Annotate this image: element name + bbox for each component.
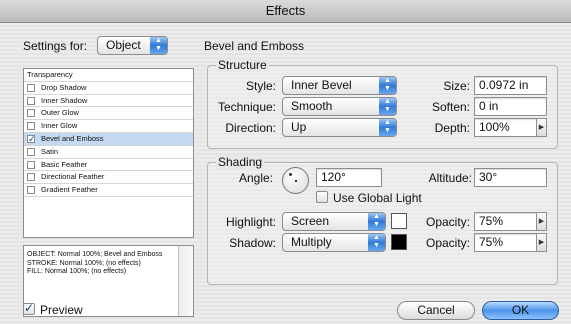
technique-popup[interactable]: Smooth ▲ ▼ bbox=[282, 97, 397, 116]
effect-item-inner-glow[interactable]: Inner Glow bbox=[24, 120, 193, 133]
settings-for-value: Object bbox=[106, 38, 141, 52]
depth-stepper-icon[interactable]: ▶ bbox=[536, 118, 547, 137]
use-global-light-checkbox[interactable] bbox=[316, 191, 328, 203]
shadow-opacity-stepper-icon[interactable]: ▶ bbox=[536, 233, 547, 252]
shadow-opacity-value: 75% bbox=[479, 235, 504, 249]
direction-popup[interactable]: Up ▲ ▼ bbox=[282, 118, 397, 137]
direction-label: Direction: bbox=[225, 121, 276, 135]
dialog-content: Settings for: Object ▲ ▼ Bevel and Emboss… bbox=[0, 23, 571, 324]
effect-item-satin[interactable]: Satin bbox=[24, 146, 193, 159]
summary-line: FILL: Normal 100%; (no effects) bbox=[27, 268, 127, 276]
popup-arrows-icon: ▲ ▼ bbox=[150, 37, 167, 54]
list-header-transparency[interactable]: Transparency bbox=[24, 69, 193, 82]
altitude-label: Altitude: bbox=[428, 171, 472, 185]
checkbox-icon[interactable] bbox=[27, 160, 35, 169]
summary-text: OBJECT: Normal 100%; Bevel and Emboss ST… bbox=[27, 251, 177, 277]
direction-value: Up bbox=[291, 120, 307, 134]
checkbox-icon[interactable] bbox=[27, 186, 35, 195]
popup-arrows-icon: ▲ ▼ bbox=[379, 77, 396, 94]
effect-item-label: Drop Shadow bbox=[41, 82, 87, 92]
shadow-color-swatch[interactable] bbox=[391, 234, 407, 250]
settings-for-label: Settings for: bbox=[23, 39, 88, 53]
effect-item-label: Bevel and Emboss bbox=[41, 133, 104, 143]
angle-label: Angle: bbox=[238, 171, 273, 185]
window-title: Effects bbox=[265, 3, 306, 18]
use-global-light-label: Use Global Light bbox=[333, 191, 422, 205]
shadow-mode-value: Multiply bbox=[291, 235, 332, 249]
checkmark-icon[interactable]: ✓ bbox=[27, 134, 36, 143]
effects-list: Transparency Drop Shadow Inner Shadow Ou… bbox=[23, 68, 194, 238]
summary-line: STROKE: Normal 100%; (no effects) bbox=[27, 259, 141, 267]
preview-checkbox[interactable]: ✓ bbox=[23, 301, 35, 315]
shadow-mode-popup[interactable]: Multiply ▲ ▼ bbox=[282, 233, 386, 252]
effect-item-bevel-and-emboss[interactable]: ✓ Bevel and Emboss bbox=[24, 132, 193, 146]
shadow-opacity-label: Opacity: bbox=[425, 236, 470, 250]
popup-arrows-icon: ▲ ▼ bbox=[368, 234, 385, 251]
highlight-opacity-field[interactable]: 75% ▶ bbox=[474, 212, 547, 231]
effect-item-basic-feather[interactable]: Basic Feather bbox=[24, 159, 193, 172]
shadow-opacity-field[interactable]: 75% ▶ bbox=[474, 233, 547, 252]
depth-label: Depth: bbox=[434, 121, 470, 135]
soften-label: Soften: bbox=[431, 100, 470, 114]
effect-item-drop-shadow[interactable]: Drop Shadow bbox=[24, 82, 193, 95]
highlight-opacity-value: 75% bbox=[479, 214, 504, 228]
window-titlebar: Effects bbox=[0, 0, 571, 23]
settings-for-popup[interactable]: Object ▲ ▼ bbox=[97, 36, 168, 55]
checkbox-icon[interactable] bbox=[27, 147, 35, 156]
checkbox-icon[interactable] bbox=[27, 122, 35, 131]
depth-value: 100% bbox=[479, 120, 510, 134]
popup-arrows-icon: ▲ ▼ bbox=[379, 119, 396, 136]
angle-dial[interactable] bbox=[282, 167, 309, 194]
effect-item-outer-glow[interactable]: Outer Glow bbox=[24, 107, 193, 121]
effect-item-label: Basic Feather bbox=[41, 159, 88, 169]
angle-indicator-icon bbox=[289, 173, 292, 176]
soften-field[interactable]: 0 in bbox=[474, 97, 547, 116]
highlight-mode-popup[interactable]: Screen ▲ ▼ bbox=[282, 212, 386, 231]
effect-item-gradient-feather[interactable]: Gradient Feather bbox=[24, 184, 193, 197]
size-label: Size: bbox=[443, 79, 470, 93]
technique-label: Technique: bbox=[217, 100, 276, 114]
angle-center-icon bbox=[295, 180, 297, 182]
highlight-label: Highlight: bbox=[225, 215, 276, 229]
highlight-mode-value: Screen bbox=[291, 214, 330, 228]
panel-title: Bevel and Emboss bbox=[204, 39, 305, 53]
checkbox-icon[interactable] bbox=[27, 96, 35, 105]
highlight-opacity-label: Opacity: bbox=[425, 215, 470, 229]
effect-item-label: Satin bbox=[41, 146, 59, 156]
popup-arrows-icon: ▲ ▼ bbox=[368, 213, 385, 230]
effect-item-inner-shadow[interactable]: Inner Shadow bbox=[24, 95, 193, 108]
cancel-button[interactable]: Cancel bbox=[397, 301, 475, 320]
effect-item-label: Inner Glow bbox=[41, 121, 78, 131]
size-field[interactable]: 0.0972 in bbox=[474, 76, 547, 95]
effect-item-label: Inner Shadow bbox=[41, 95, 88, 105]
preview-label: Preview bbox=[40, 303, 83, 317]
effect-item-directional-feather[interactable]: Directional Feather bbox=[24, 171, 193, 185]
effect-item-label: Gradient Feather bbox=[41, 185, 98, 195]
effect-item-label: Directional Feather bbox=[41, 172, 105, 182]
highlight-opacity-stepper-icon[interactable]: ▶ bbox=[536, 212, 547, 231]
shading-title: Shading bbox=[216, 155, 265, 169]
style-label: Style: bbox=[245, 79, 276, 93]
effect-item-label: Outer Glow bbox=[41, 108, 79, 118]
ok-button[interactable]: OK bbox=[482, 301, 559, 320]
angle-field[interactable]: 120° bbox=[316, 168, 382, 187]
checkmark-icon: ✓ bbox=[24, 301, 35, 315]
checkbox-icon[interactable] bbox=[27, 83, 35, 92]
summary-scrollbar[interactable] bbox=[178, 246, 193, 316]
checkbox-icon[interactable] bbox=[27, 109, 35, 118]
highlight-color-swatch[interactable] bbox=[391, 213, 407, 229]
popup-arrows-icon: ▲ ▼ bbox=[379, 98, 396, 115]
technique-value: Smooth bbox=[291, 99, 333, 113]
checkbox-icon[interactable] bbox=[27, 173, 35, 182]
style-value: Inner Bevel bbox=[291, 78, 352, 92]
shadow-label: Shadow: bbox=[229, 236, 276, 250]
structure-title: Structure bbox=[216, 58, 269, 72]
altitude-field[interactable]: 30° bbox=[474, 168, 547, 187]
style-popup[interactable]: Inner Bevel ▲ ▼ bbox=[282, 76, 397, 95]
depth-field[interactable]: 100% ▶ bbox=[474, 118, 547, 137]
summary-line: OBJECT: Normal 100%; Bevel and Emboss bbox=[27, 251, 163, 258]
